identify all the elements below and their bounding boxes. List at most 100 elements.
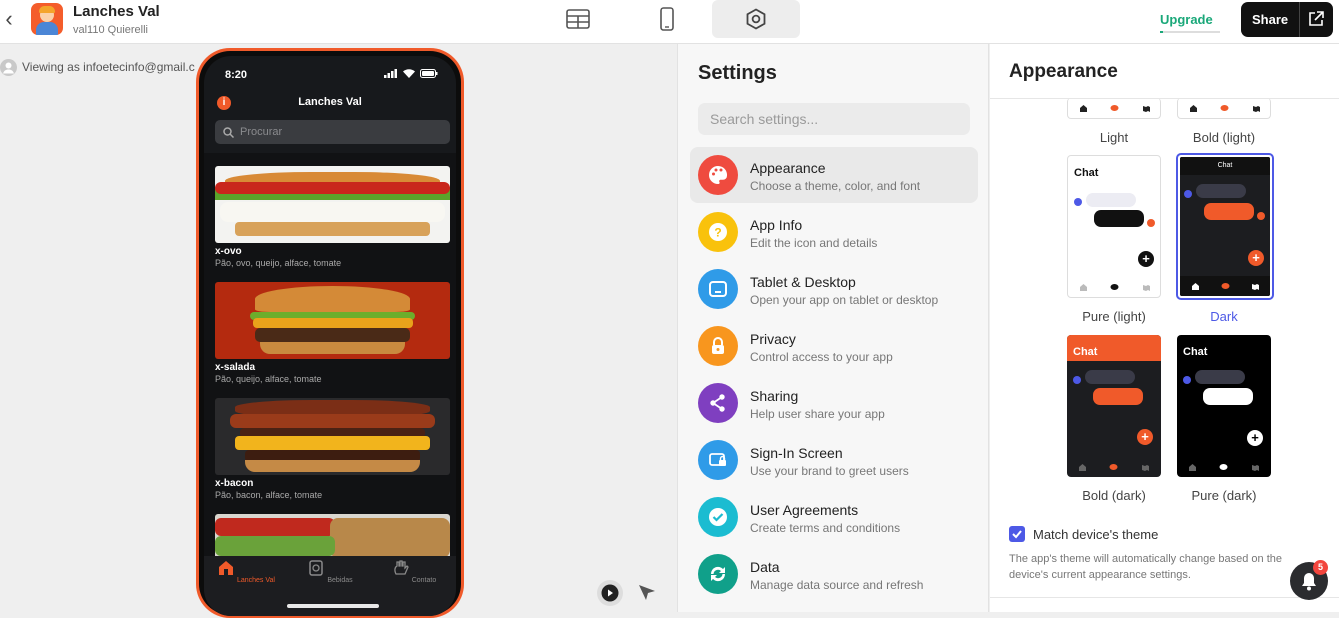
theme-label: Pure (dark) — [1191, 488, 1257, 503]
cursor-icon[interactable] — [636, 582, 658, 604]
food-image-x-bacon — [215, 398, 450, 475]
phone-preview-button[interactable] — [623, 0, 711, 38]
settings-item-label: App Info — [750, 217, 803, 233]
plus-icon: + — [1248, 250, 1264, 266]
settings-item-label: Sharing — [750, 388, 799, 404]
status-time: 8:20 — [225, 69, 248, 81]
app-logo — [31, 3, 63, 35]
user-avatar-icon — [0, 58, 17, 76]
layout-view-button[interactable] — [534, 0, 622, 38]
viewing-as-text: Viewing as infoetecinfo@gmail.c — [22, 60, 195, 74]
settings-item-app-info[interactable]: ? App Info Edit the icon and details — [690, 204, 978, 260]
settings-panel: Settings Appearance Choose a theme, colo… — [677, 44, 989, 612]
nav-icons — [1068, 277, 1160, 297]
theme-label: Pure (light) — [1082, 309, 1146, 324]
settings-item-user-agreements[interactable]: User Agreements Create terms and conditi… — [690, 489, 978, 545]
nav-icons — [1178, 98, 1270, 118]
checkmark-icon — [1012, 530, 1022, 539]
match-theme-checkbox[interactable] — [1009, 526, 1025, 542]
screen-title: Lanches Val — [298, 96, 362, 108]
theme-card-pure-light[interactable]: Chat + — [1067, 155, 1161, 298]
external-link-icon[interactable] — [1308, 11, 1324, 27]
settings-item-label: Appearance — [750, 160, 826, 176]
chat-header: Chat — [1180, 157, 1270, 175]
settings-item-sharing[interactable]: Sharing Help user share your app — [690, 375, 978, 431]
list-item[interactable]: x-bacon Pão, bacon, alface, tomate — [215, 398, 450, 500]
upgrade-progress — [1160, 31, 1220, 33]
theme-label: Bold (dark) — [1082, 488, 1146, 503]
search-icon — [223, 126, 234, 138]
settings-item-label: Data — [750, 559, 780, 575]
settings-item-label: Privacy — [750, 331, 796, 347]
panel-divider — [990, 597, 1339, 598]
tab-label: Lanches Val — [236, 577, 275, 584]
match-theme-row[interactable]: Match device's theme — [1009, 526, 1158, 542]
svg-text:?: ? — [714, 226, 721, 240]
phone-preview: 8:20 i Lanches Val Procurar x-ovo Pão, o… — [196, 48, 464, 618]
theme-card-dark[interactable]: Chat + — [1176, 153, 1274, 300]
settings-item-desc: Manage data source and refresh — [750, 578, 924, 592]
food-desc: Pão, bacon, alface, tomate — [215, 490, 323, 500]
list-item[interactable]: x-ovo Pão, ovo, queijo, alface, tomate — [215, 166, 450, 268]
phone-tab-home[interactable]: Lanches Val — [211, 560, 281, 584]
upgrade-link[interactable]: Upgrade — [1160, 12, 1213, 27]
palette-icon — [698, 155, 738, 195]
theme-card-pure-dark[interactable]: Chat + — [1177, 335, 1271, 477]
settings-item-data[interactable]: Data Manage data source and refresh — [690, 546, 978, 602]
theme-card-bold-dark[interactable]: Chat + — [1067, 335, 1161, 477]
food-name: x-ovo — [215, 246, 242, 257]
status-icons — [384, 69, 438, 78]
bell-icon — [1302, 573, 1316, 591]
settings-item-appearance[interactable]: Appearance Choose a theme, color, and fo… — [690, 147, 978, 203]
signal-icon — [384, 69, 397, 78]
nav-icons — [1177, 457, 1271, 477]
share-button[interactable]: Share — [1241, 2, 1333, 37]
nav-icons — [1068, 98, 1160, 118]
theme-label-selected: Dark — [1210, 309, 1238, 324]
phone-tab-bebidas[interactable]: Bebidas — [295, 560, 365, 584]
food-desc: Pão, ovo, queijo, alface, tomate — [215, 258, 342, 268]
settings-item-sign-in-screen[interactable]: Sign-In Screen Use your brand to greet u… — [690, 432, 978, 488]
refresh-icon — [698, 554, 738, 594]
plus-icon: + — [1137, 429, 1153, 445]
settings-item-desc: Create terms and conditions — [750, 521, 901, 535]
question-icon: ? — [698, 212, 738, 252]
play-button[interactable] — [597, 580, 623, 606]
chat-label: Chat — [1073, 346, 1098, 358]
phone-search-placeholder: Procurar — [240, 126, 283, 138]
app-owner: val110 Quierelli — [73, 24, 149, 36]
tab-label: Bebidas — [327, 577, 353, 584]
phone-bezel: 8:20 i Lanches Val Procurar x-ovo Pão, o… — [199, 51, 461, 616]
signin-icon — [698, 440, 738, 480]
appearance-title: Appearance — [1009, 61, 1118, 82]
theme-card-light[interactable] — [1067, 98, 1161, 119]
back-chevron-icon[interactable]: ‹ — [0, 8, 18, 30]
tab-label: Contato — [411, 577, 437, 584]
theme-card-bold-light[interactable] — [1177, 98, 1271, 119]
phone-tab-contato[interactable]: Contato — [379, 560, 449, 584]
viewing-as[interactable]: Viewing as infoetecinfo@gmail.c — [0, 57, 196, 77]
notification-badge: 5 — [1313, 560, 1328, 575]
phone-search-input[interactable]: Procurar — [215, 120, 450, 144]
settings-title: Settings — [698, 62, 777, 84]
settings-item-label: Tablet & Desktop — [750, 274, 856, 290]
theme-label: Bold (light) — [1192, 130, 1256, 145]
settings-search-input[interactable] — [698, 103, 970, 135]
food-name: x-bacon — [215, 478, 254, 489]
share-divider — [1299, 2, 1300, 37]
settings-item-desc: Edit the icon and details — [750, 236, 878, 250]
plus-icon: + — [1138, 251, 1154, 267]
chat-label: Chat — [1074, 167, 1099, 179]
share-icon — [698, 383, 738, 423]
settings-item-desc: Open your app on tablet or desktop — [750, 293, 939, 307]
nav-icons — [1180, 276, 1270, 296]
food-image-x-salada — [215, 282, 450, 359]
settings-item-label: User Agreements — [750, 502, 859, 518]
settings-item-tablet-desktop[interactable]: Tablet & Desktop Open your app on tablet… — [690, 261, 978, 317]
table-layout-icon — [566, 9, 590, 29]
battery-icon — [420, 69, 438, 78]
phone-icon — [660, 7, 674, 31]
list-item[interactable]: x-salada Pão, queijo, alface, tomate — [215, 282, 450, 384]
settings-view-button[interactable] — [712, 0, 800, 38]
settings-item-privacy[interactable]: Privacy Control access to your app — [690, 318, 978, 374]
